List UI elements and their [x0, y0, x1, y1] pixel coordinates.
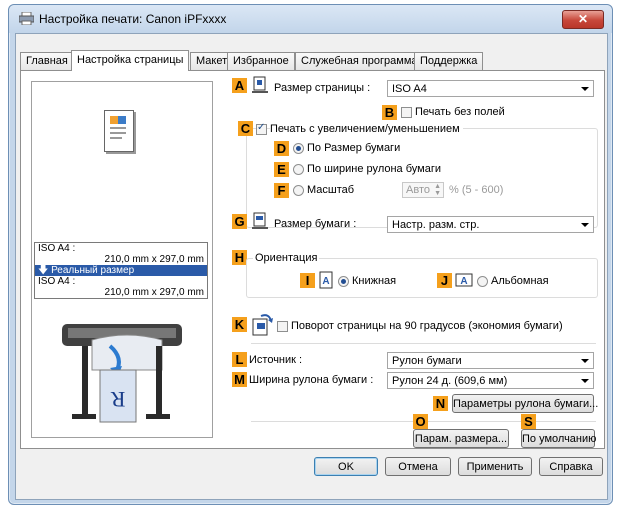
svg-text:A: A: [460, 276, 467, 287]
marker-m: M: [232, 372, 247, 387]
scale-spinbox[interactable]: Авто ▲ ▼: [402, 182, 444, 198]
printer-icon: [19, 12, 34, 25]
page-setup-panel: ISO A4 : 210,0 mm x 297,0 mm 🡇 Реальный …: [20, 70, 605, 449]
marker-c: C: [238, 121, 253, 136]
preview-pane: ISO A4 : 210,0 mm x 297,0 mm 🡇 Реальный …: [31, 81, 213, 438]
marker-d: D: [274, 141, 289, 156]
rotate-page-icon: [252, 314, 273, 336]
roll-width-label: Ширина рулона бумаги :: [249, 374, 374, 386]
chevron-down-icon: [581, 359, 589, 363]
divider: [251, 343, 596, 344]
svg-text:A: A: [322, 276, 329, 287]
page-size-icon: [252, 76, 268, 93]
actual-size-row: 🡇 Реальный размер: [35, 265, 207, 276]
chevron-down-icon: [581, 379, 589, 383]
marker-a: A: [232, 78, 247, 93]
fit-roll-width-label: По ширине рулона бумаги: [307, 163, 441, 175]
portrait-icon: A: [319, 271, 333, 289]
paper-size-icon: [252, 212, 268, 229]
marker-i: I: [300, 273, 315, 288]
scaling-checkbox[interactable]: [256, 122, 267, 135]
rotate-checkbox[interactable]: [277, 321, 288, 332]
roll-params-button[interactable]: Параметры рулона бумаги...: [452, 394, 598, 413]
output-size-label: ISO A4 :: [38, 276, 76, 287]
paper-size-value: Настр. разм. стр.: [392, 219, 480, 231]
rotate-label: Поворот страницы на 90 градусов (экономи…: [291, 320, 563, 332]
help-button[interactable]: Справка: [539, 457, 603, 476]
fit-paper-size-label: По Размер бумаги: [307, 142, 401, 154]
roll-width-dropdown[interactable]: Рулон 24 д. (609,6 мм): [387, 372, 594, 389]
roll-width-value: Рулон 24 д. (609,6 мм): [392, 375, 508, 387]
landscape-label: Альбомная: [491, 275, 549, 287]
page-size-label: Размер страницы :: [274, 82, 371, 94]
window-title: Настройка печати: Canon iPFxxxx: [39, 12, 227, 26]
tab-main[interactable]: Главная: [20, 52, 74, 70]
apply-button[interactable]: Применить: [458, 457, 532, 476]
orientation-caption: Ориентация: [253, 251, 320, 265]
chevron-down-icon: [581, 223, 589, 227]
scale-radio[interactable]: [293, 185, 304, 196]
dialog-client: Главная Настройка страницы Макет Избранн…: [15, 33, 608, 500]
marker-l: L: [232, 352, 247, 367]
marker-b: B: [382, 105, 397, 120]
tab-support[interactable]: Поддержка: [414, 52, 484, 70]
tab-favorites[interactable]: Избранное: [227, 52, 295, 70]
page-size-dropdown[interactable]: ISO A4: [387, 80, 594, 97]
marker-e: E: [274, 162, 289, 177]
marker-k: K: [232, 317, 247, 332]
output-size-value: 210,0 mm x 297,0 mm: [104, 287, 204, 298]
title-bar: Настройка печати: Canon iPFxxxx ✕: [9, 5, 612, 33]
ok-button[interactable]: OK: [314, 457, 378, 476]
marker-s: S: [521, 414, 536, 429]
cancel-button[interactable]: Отмена: [385, 457, 451, 476]
borderless-label: Печать без полей: [415, 106, 505, 118]
paper-size-dropdown[interactable]: Настр. разм. стр.: [387, 216, 594, 233]
arrow-down-icon: 🡇: [38, 265, 52, 276]
fit-roll-width-radio[interactable]: [293, 164, 304, 175]
size-info-box: ISO A4 : 210,0 mm x 297,0 mm 🡇 Реальный …: [34, 242, 208, 299]
original-size-label: ISO A4 :: [38, 243, 76, 254]
portrait-radio[interactable]: [338, 276, 349, 287]
source-dropdown[interactable]: Рулон бумаги: [387, 352, 594, 369]
marker-j: J: [437, 273, 452, 288]
paper-size-label: Размер бумаги :: [274, 218, 357, 230]
portrait-label: Книжная: [352, 275, 397, 287]
tab-utility[interactable]: Служебная программа: [295, 52, 424, 70]
marker-g: G: [232, 214, 247, 229]
source-value: Рулон бумаги: [392, 355, 462, 367]
scale-range-label: % (5 - 600): [449, 184, 504, 196]
landscape-radio[interactable]: [477, 276, 488, 287]
defaults-button[interactable]: По умолчанию: [521, 429, 596, 448]
original-size-value: 210,0 mm x 297,0 mm: [104, 254, 204, 265]
spin-arrows-icon: ▲ ▼: [434, 183, 441, 197]
source-label: Источник :: [249, 354, 303, 366]
marker-f: F: [274, 183, 289, 198]
tab-page-setup[interactable]: Настройка страницы: [71, 50, 190, 71]
marker-h: H: [232, 250, 247, 265]
marker-n: N: [433, 396, 448, 411]
fit-paper-size-radio[interactable]: [293, 143, 304, 154]
actual-size-label: Реальный размер: [51, 265, 135, 276]
size-params-button[interactable]: Парам. размера...: [413, 429, 509, 448]
scaling-label: Печать с увеличением/уменьшением: [270, 122, 463, 136]
landscape-icon: A: [455, 273, 473, 287]
marker-o: O: [413, 414, 428, 429]
chevron-down-icon: [581, 87, 589, 91]
page-size-value: ISO A4: [392, 83, 427, 95]
borderless-checkbox[interactable]: [401, 107, 412, 118]
scale-value: Авто: [406, 184, 430, 196]
close-button[interactable]: ✕: [562, 10, 604, 29]
plotter-illustration: R: [62, 324, 182, 423]
svg-text:R: R: [110, 387, 125, 412]
page-thumbnail: [104, 110, 134, 152]
scale-label: Масштаб: [307, 184, 355, 196]
print-settings-window: Настройка печати: Canon iPFxxxx ✕ Главна…: [8, 4, 613, 505]
